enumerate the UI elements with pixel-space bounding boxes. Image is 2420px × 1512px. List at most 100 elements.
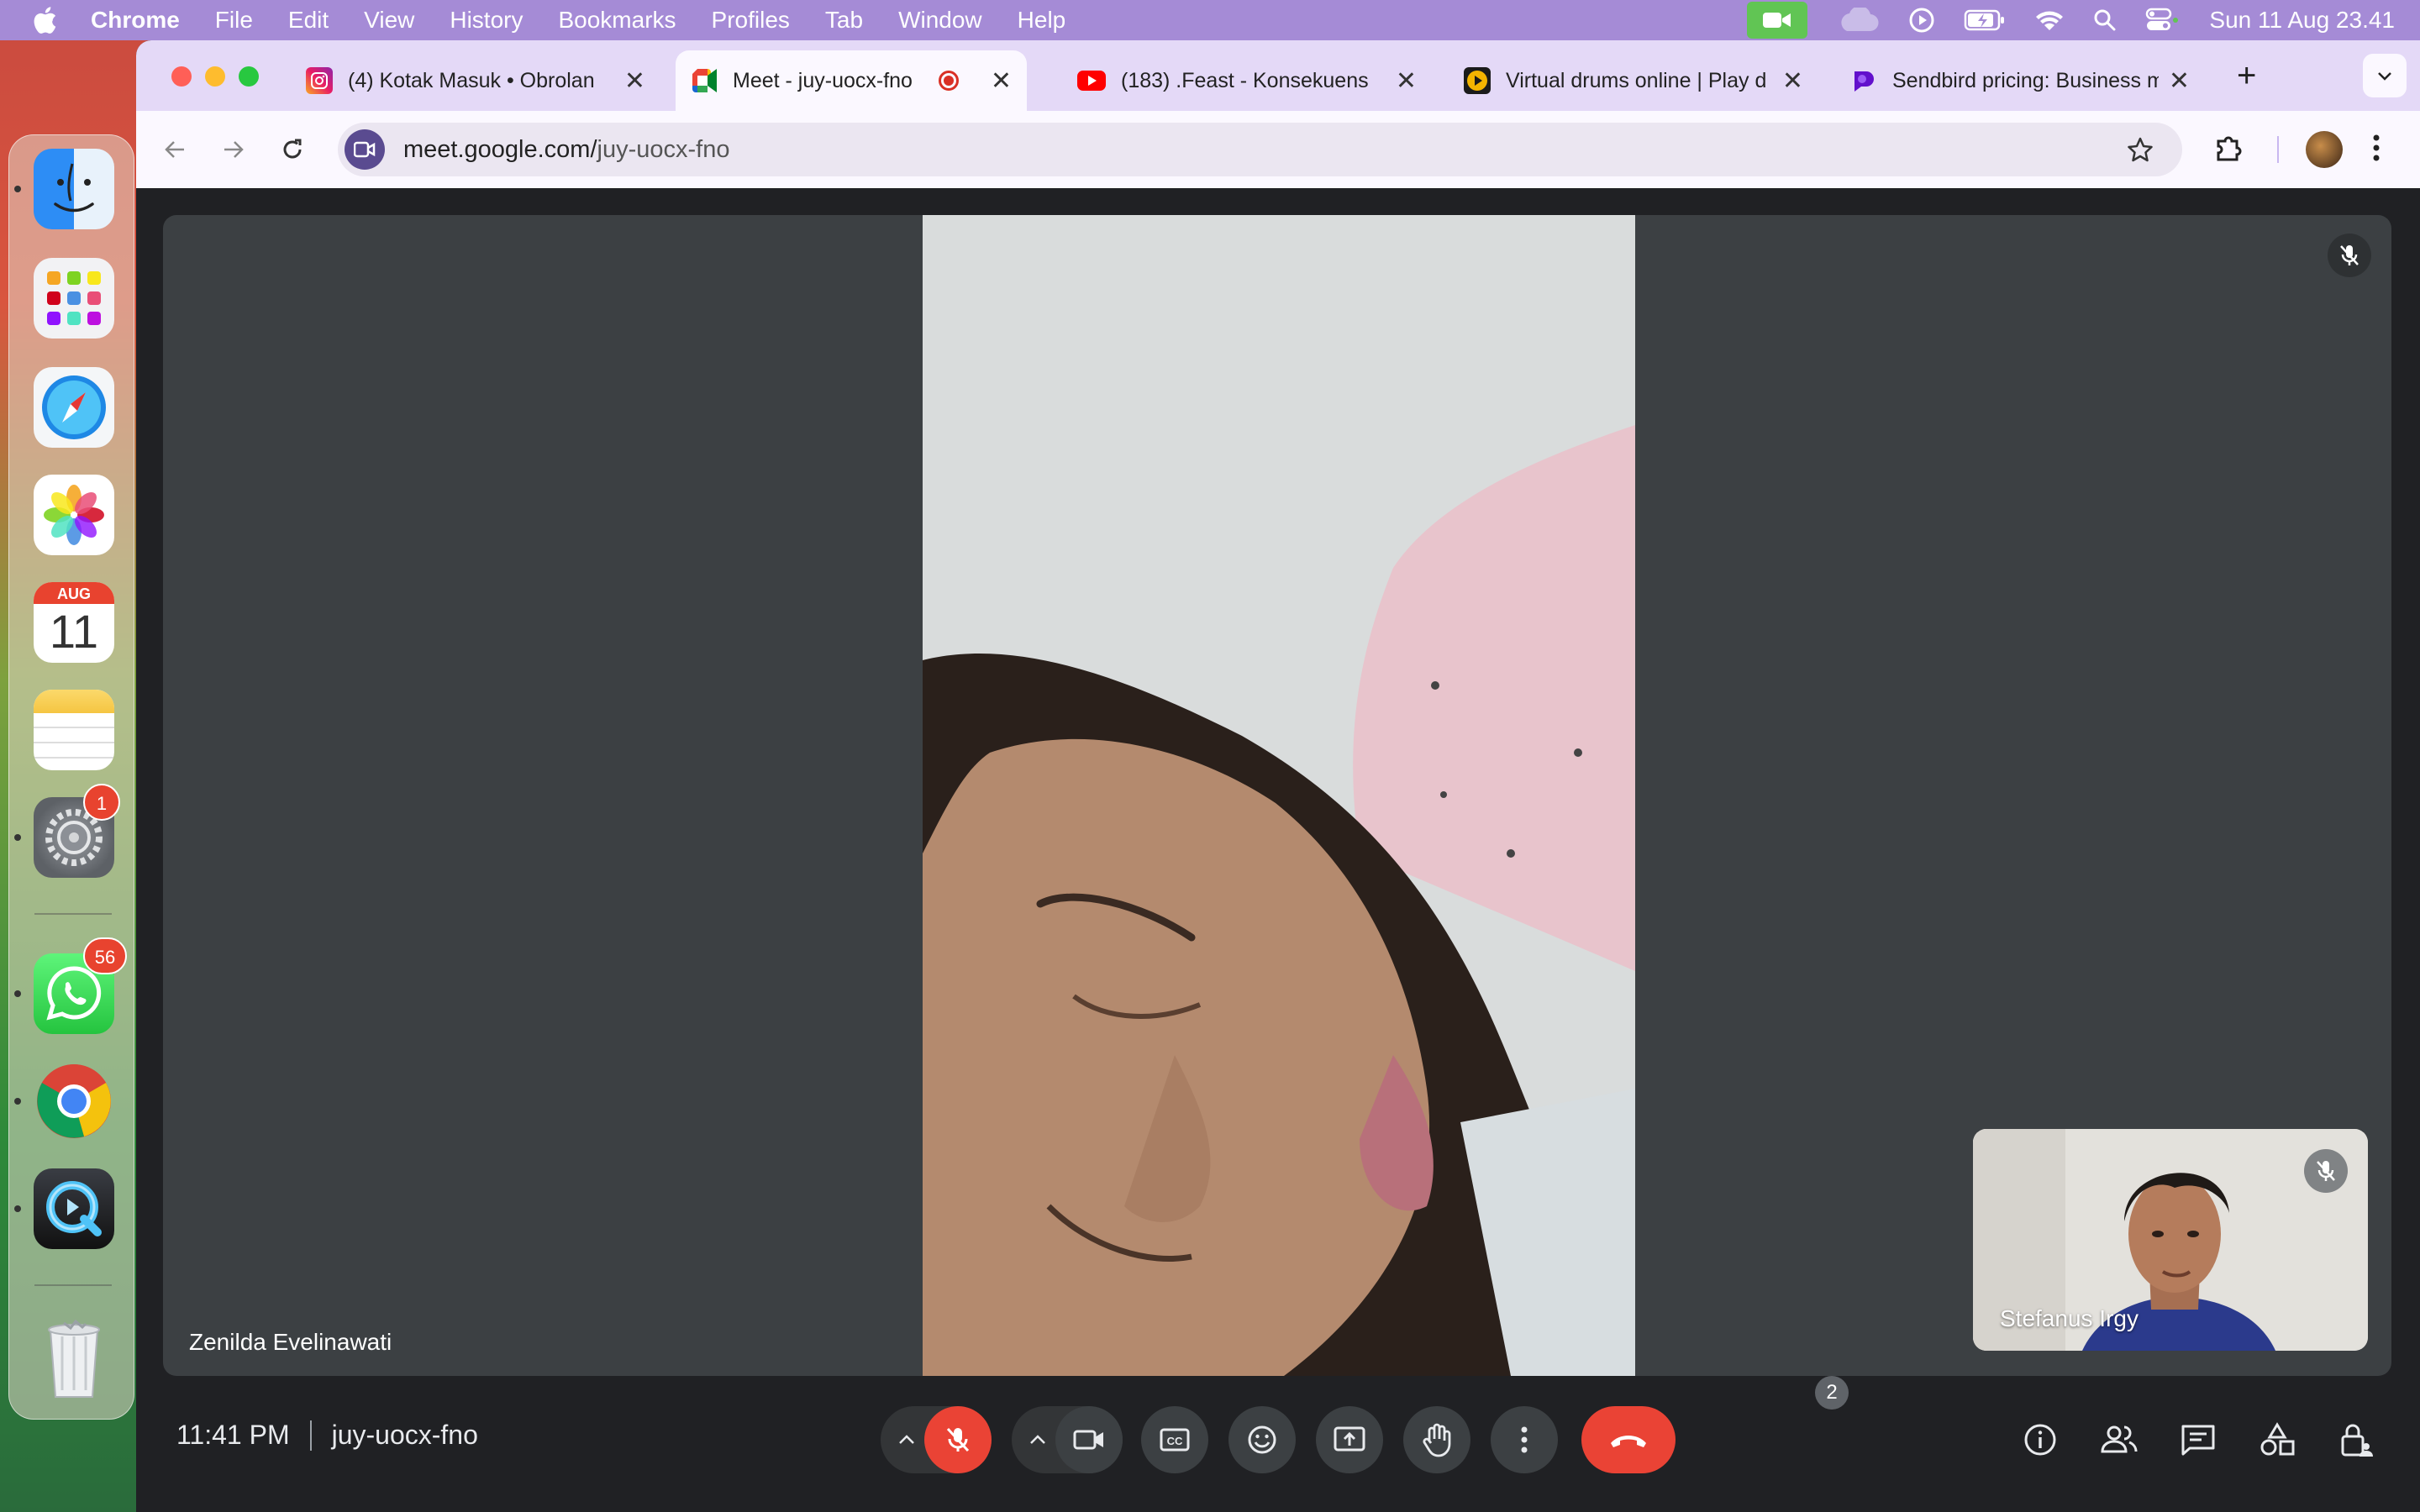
facetime-icon[interactable]: [1747, 2, 1808, 39]
tab-sendbird[interactable]: Sendbird pricing: Business m ✕: [1835, 50, 2205, 111]
sendbird-icon: [1850, 67, 1877, 94]
meeting-details-button[interactable]: [2017, 1416, 2064, 1463]
tab-search-button[interactable]: [2363, 54, 2407, 97]
bookmark-star-icon[interactable]: [2127, 136, 2154, 167]
menu-history[interactable]: History: [450, 0, 523, 40]
safari-icon[interactable]: [34, 367, 114, 448]
address-bar[interactable]: meet.google.com/juy-uocx-fno: [338, 123, 2182, 176]
dock: AUG 11 1 56: [8, 134, 134, 1420]
tab-close-icon[interactable]: ✕: [991, 66, 1012, 96]
camera-toggle-button[interactable]: [1055, 1406, 1123, 1473]
menu-help[interactable]: Help: [1018, 0, 1066, 40]
menu-tab[interactable]: Tab: [825, 0, 863, 40]
chevron-up-icon: [899, 1435, 914, 1444]
tab-strip: (4) Kotak Masuk • Obrolan ✕ Meet - juy-u…: [136, 40, 2420, 111]
menu-edit[interactable]: Edit: [288, 0, 329, 40]
menu-view[interactable]: View: [364, 0, 414, 40]
raise-hand-button[interactable]: [1403, 1406, 1470, 1473]
reactions-button[interactable]: [1228, 1406, 1296, 1473]
trash-icon[interactable]: [34, 1311, 114, 1398]
battery-icon[interactable]: [1964, 8, 2006, 32]
menu-clock[interactable]: Sun 11 Aug 23.41: [2209, 7, 2395, 34]
tab-close-icon[interactable]: ✕: [624, 66, 645, 96]
forward-button[interactable]: [217, 133, 250, 166]
meeting-info: 11:41 PM juy-uocx-fno: [176, 1420, 478, 1451]
chrome-menu-icon[interactable]: [2371, 131, 2381, 165]
hand-icon: [1423, 1423, 1451, 1457]
leave-call-button[interactable]: [1581, 1406, 1676, 1473]
instagram-icon: [306, 67, 333, 94]
captions-button[interactable]: CC: [1141, 1406, 1208, 1473]
calendar-icon[interactable]: AUG 11: [34, 582, 114, 663]
profile-avatar[interactable]: [2306, 131, 2343, 168]
quicktime-running-dot: [14, 1205, 21, 1212]
activities-icon: [2260, 1422, 2295, 1456]
meet-control-bar: 11:41 PM juy-uocx-fno CC 2: [136, 1376, 2420, 1512]
more-vertical-icon: [1521, 1426, 1528, 1453]
control-center-icon[interactable]: [2145, 8, 2179, 33]
site-info-icon[interactable]: [345, 129, 385, 170]
window-minimize-button[interactable]: [205, 66, 225, 87]
present-screen-button[interactable]: [1316, 1406, 1383, 1473]
meeting-time: 11:41 PM: [176, 1420, 290, 1450]
dock-separator: [34, 913, 112, 915]
microphone-toggle-button[interactable]: [924, 1406, 992, 1473]
camera-icon: [1073, 1430, 1103, 1450]
menu-file[interactable]: File: [215, 0, 253, 40]
settings-badge: 1: [83, 784, 120, 821]
toolbar-divider: [2277, 136, 2279, 163]
activities-button[interactable]: [2254, 1416, 2301, 1463]
calendar-month: AUG: [34, 582, 114, 604]
chrome-icon[interactable]: [34, 1061, 114, 1142]
url-host: meet.google.com/: [403, 135, 597, 163]
extensions-icon[interactable]: [2212, 131, 2245, 165]
window-zoom-button[interactable]: [239, 66, 259, 87]
whatsapp-badge: 56: [83, 937, 127, 974]
tab-close-icon[interactable]: ✕: [1396, 66, 1417, 96]
photos-icon[interactable]: [34, 475, 114, 555]
menu-profiles[interactable]: Profiles: [712, 0, 790, 40]
participant-count-badge: 2: [1815, 1376, 1849, 1410]
end-call-icon: [1611, 1436, 1646, 1447]
play-icon[interactable]: [1908, 7, 1935, 34]
back-button[interactable]: [158, 133, 192, 166]
audio-options-button[interactable]: [884, 1406, 929, 1473]
notes-icon[interactable]: [34, 690, 114, 770]
window-close-button[interactable]: [171, 66, 192, 87]
tab-instagram[interactable]: (4) Kotak Masuk • Obrolan ✕: [291, 50, 660, 111]
icloud-icon[interactable]: [1836, 8, 1880, 33]
spotlight-icon[interactable]: [2093, 8, 2117, 32]
reload-button[interactable]: [276, 133, 309, 166]
chat-button[interactable]: [2175, 1416, 2222, 1463]
self-view-tile[interactable]: Stefanus Irgy: [1973, 1129, 2368, 1351]
tab-close-icon[interactable]: ✕: [2169, 66, 2190, 96]
host-controls-button[interactable]: [2333, 1416, 2380, 1463]
url-text: meet.google.com/juy-uocx-fno: [403, 136, 729, 164]
present-icon: [1334, 1426, 1365, 1452]
whatsapp-running-dot: [14, 990, 21, 997]
more-options-button[interactable]: [1491, 1406, 1558, 1473]
calendar-day: 11: [49, 605, 99, 658]
quicktime-icon[interactable]: [34, 1168, 114, 1249]
menu-window[interactable]: Window: [898, 0, 982, 40]
menu-bookmarks[interactable]: Bookmarks: [558, 0, 676, 40]
video-options-button[interactable]: [1015, 1406, 1060, 1473]
finder-icon[interactable]: [34, 149, 114, 229]
settings-running-dot: [14, 834, 21, 841]
menu-app-name[interactable]: Chrome: [91, 0, 180, 40]
tab-youtube[interactable]: (183) .Feast - Konsekuens ✕: [1062, 50, 1432, 111]
tab-google-meet[interactable]: Meet - juy-uocx-fno ✕: [676, 50, 1027, 111]
closed-captions-icon: CC: [1160, 1428, 1190, 1452]
wifi-icon[interactable]: [2034, 8, 2065, 32]
tab-close-icon[interactable]: ✕: [1782, 66, 1803, 96]
tab-title: (4) Kotak Masuk • Obrolan: [348, 68, 595, 92]
tab-virtual-drums[interactable]: Virtual drums online | Play d ✕: [1449, 50, 1818, 111]
launchpad-icon[interactable]: [34, 258, 114, 339]
new-tab-button[interactable]: +: [2237, 57, 2256, 95]
url-path: juy-uocx-fno: [597, 135, 730, 163]
people-button[interactable]: [2096, 1416, 2143, 1463]
main-video-feed: [923, 215, 1635, 1376]
browser-window: (4) Kotak Masuk • Obrolan ✕ Meet - juy-u…: [136, 40, 2420, 1512]
tab-title: Virtual drums online | Play d: [1506, 68, 1767, 92]
apple-icon[interactable]: [32, 5, 57, 35]
